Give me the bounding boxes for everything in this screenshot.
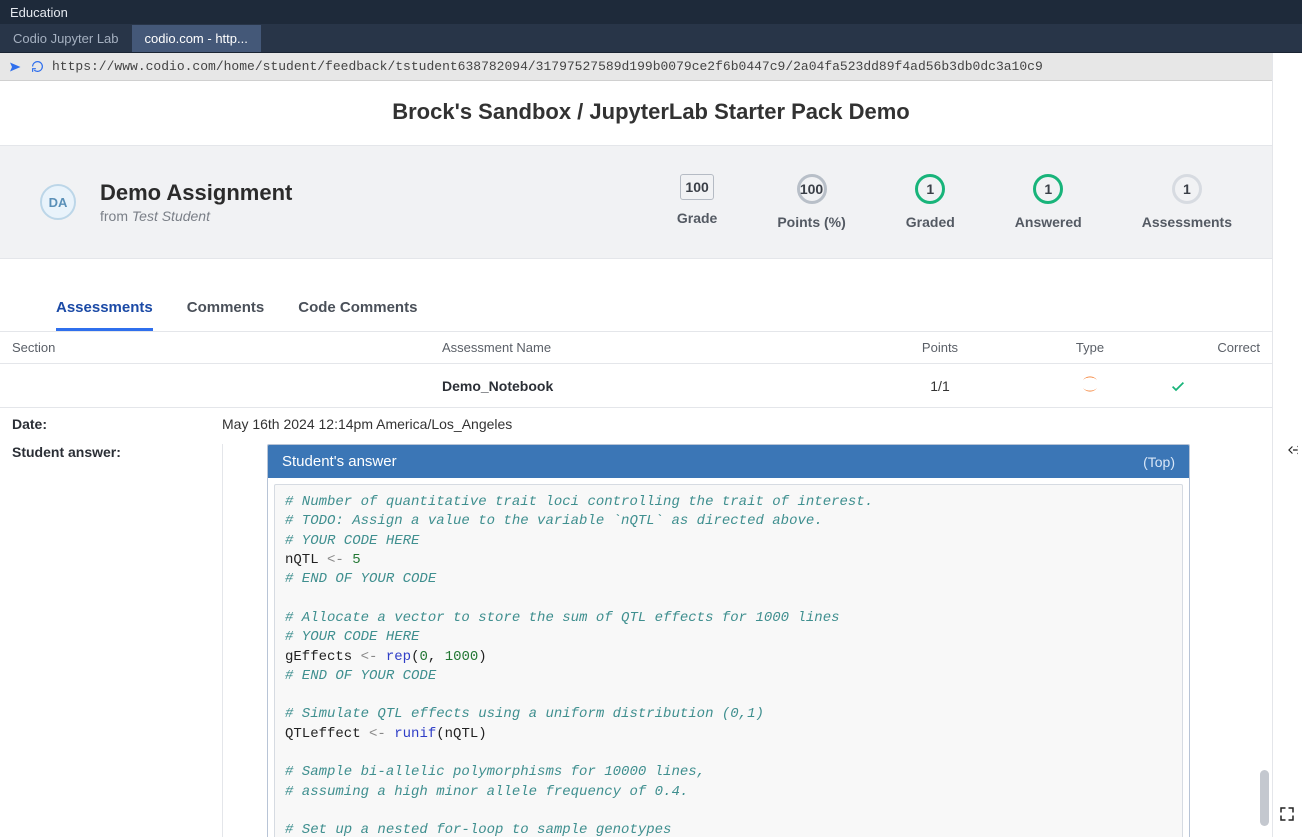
reload-icon[interactable]: [30, 60, 44, 74]
stat-answered-value: 1: [1033, 174, 1063, 204]
student-answer-label: Student answer:: [12, 444, 121, 837]
subtabs-wrap: Assessments Comments Code Comments: [0, 289, 1302, 332]
row-assessment-name: Demo_Notebook: [442, 378, 870, 394]
stat-points-value: 100: [797, 174, 827, 204]
tab-label: codio.com - http...: [145, 31, 248, 46]
avatar: DA: [40, 184, 76, 220]
assignment-summary: DA Demo Assignment from Test Student 100…: [0, 145, 1302, 259]
stats-row: 100 Grade 100 Points (%) 1 Graded 1 Answ…: [677, 174, 1232, 230]
stat-grade: 100 Grade: [677, 174, 717, 230]
answer-panel-header: Student's answer (Top): [268, 445, 1189, 478]
assignment-title: Demo Assignment: [100, 180, 653, 206]
top-link[interactable]: (Top): [1143, 454, 1175, 470]
stat-graded-label: Graded: [906, 214, 955, 230]
tab-codio-site[interactable]: codio.com - http...: [132, 25, 261, 52]
row-points: 1/1: [870, 378, 1010, 394]
right-gutter: [1272, 53, 1302, 837]
stat-assessments-label: Assessments: [1142, 214, 1232, 230]
student-name: Test Student: [132, 208, 210, 224]
stat-assessments: 1 Assessments: [1142, 174, 1232, 230]
stat-answered-label: Answered: [1015, 214, 1082, 230]
tab-code-comments[interactable]: Code Comments: [298, 289, 417, 331]
check-icon: [1170, 378, 1256, 394]
date-value: May 16th 2024 12:14pm America/Los_Angele…: [222, 416, 1290, 432]
answer-panel-title: Student's answer: [282, 453, 397, 470]
col-name: Assessment Name: [442, 340, 870, 355]
col-type: Type: [1010, 340, 1170, 355]
stat-graded: 1 Graded: [906, 174, 955, 230]
tab-label: Codio Jupyter Lab: [13, 31, 119, 46]
subtabs: Assessments Comments Code Comments: [0, 289, 1302, 331]
page-content: Brock's Sandbox / JupyterLab Starter Pac…: [0, 81, 1302, 837]
navigate-icon[interactable]: [8, 60, 22, 74]
stat-points: 100 Points (%): [777, 174, 845, 230]
url-bar: https://www.codio.com/home/student/feedb…: [0, 53, 1302, 81]
stat-grade-label: Grade: [677, 210, 717, 226]
stat-assessments-value: 1: [1172, 174, 1202, 204]
from-prefix: from: [100, 208, 132, 224]
tab-codio-jupyter-lab[interactable]: Codio Jupyter Lab: [0, 25, 132, 52]
detail-answer: Student answer: Student's answer (Top) #…: [0, 440, 1302, 837]
tab-comments[interactable]: Comments: [187, 289, 265, 331]
collapse-panel-icon[interactable]: [1283, 440, 1302, 460]
scrollbar-thumb[interactable]: [1260, 770, 1269, 826]
breadcrumb: Brock's Sandbox / JupyterLab Starter Pac…: [0, 81, 1302, 145]
window-title: Education: [10, 5, 68, 20]
assessment-table-header: Section Assessment Name Points Type Corr…: [0, 332, 1302, 364]
detail-date: Date: May 16th 2024 12:14pm America/Los_…: [0, 408, 1302, 440]
scrollbar[interactable]: [1258, 80, 1270, 837]
fullscreen-icon[interactable]: [1276, 803, 1298, 825]
row-type: [1010, 374, 1170, 397]
stat-points-label: Points (%): [777, 214, 845, 230]
answer-panel: Student's answer (Top) # Number of quant…: [267, 444, 1190, 837]
assignment-meta: Demo Assignment from Test Student: [100, 180, 653, 224]
browser-tabstrip: Codio Jupyter Lab codio.com - http...: [0, 24, 1302, 53]
stat-answered: 1 Answered: [1015, 174, 1082, 230]
window-titlebar: Education: [0, 0, 1302, 24]
table-row[interactable]: Demo_Notebook 1/1: [0, 364, 1302, 408]
code-block: # Number of quantitative trait loci cont…: [274, 484, 1183, 837]
date-label: Date:: [12, 416, 222, 432]
stat-grade-value: 100: [680, 174, 714, 200]
url-text[interactable]: https://www.codio.com/home/student/feedb…: [52, 59, 1294, 74]
col-section: Section: [12, 340, 442, 355]
jupyter-icon: [1080, 374, 1100, 394]
tab-assessments[interactable]: Assessments: [56, 289, 153, 331]
stat-graded-value: 1: [915, 174, 945, 204]
assignment-from: from Test Student: [100, 208, 653, 224]
col-points: Points: [870, 340, 1010, 355]
